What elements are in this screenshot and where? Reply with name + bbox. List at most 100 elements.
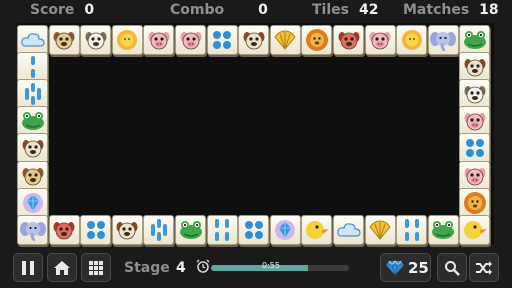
tile-top-2[interactable] bbox=[80, 25, 112, 55]
tiles-value: 42 bbox=[358, 2, 379, 18]
duck-icon bbox=[304, 218, 330, 242]
tile-left-0[interactable] bbox=[17, 52, 48, 83]
hint-button[interactable] bbox=[437, 253, 467, 282]
tile-bottom-12[interactable] bbox=[396, 214, 428, 245]
tiles-label: Tiles bbox=[312, 2, 349, 18]
tile-right-1[interactable] bbox=[459, 79, 491, 110]
dog-white-icon bbox=[463, 83, 487, 105]
elephant-icon bbox=[430, 29, 457, 51]
tile-top-12[interactable] bbox=[396, 25, 428, 55]
home-button[interactable] bbox=[47, 253, 77, 282]
diamond-icon bbox=[386, 260, 404, 276]
dots-4-blue-icon bbox=[85, 219, 107, 241]
dog-brown-icon bbox=[21, 137, 45, 159]
tile-top-8[interactable] bbox=[269, 25, 301, 55]
tile-bottom-14[interactable] bbox=[459, 214, 491, 245]
tile-left-5[interactable] bbox=[17, 187, 48, 218]
shuffle-button[interactable] bbox=[469, 253, 499, 282]
tile-right-3[interactable] bbox=[459, 133, 491, 164]
dots-4-blue-icon bbox=[211, 29, 233, 51]
dog-tan-icon bbox=[21, 165, 45, 187]
tiles-stat: Tiles 42 bbox=[312, 2, 378, 18]
tile-left-2[interactable] bbox=[17, 106, 48, 137]
sun-icon bbox=[115, 28, 139, 52]
pig-icon bbox=[147, 29, 171, 51]
bars-4-icon bbox=[212, 218, 232, 242]
tile-top-3[interactable] bbox=[111, 25, 143, 55]
elephant-icon bbox=[19, 219, 46, 241]
combo-value: 0 bbox=[258, 2, 268, 18]
dots-4-blue-icon bbox=[464, 137, 486, 159]
tile-top-6[interactable] bbox=[206, 25, 238, 55]
gems-count: 25 bbox=[408, 259, 429, 277]
tile-left-3[interactable] bbox=[17, 133, 48, 164]
timer-bar bbox=[211, 265, 349, 271]
combo-label: Combo bbox=[170, 2, 225, 18]
pig-icon bbox=[179, 29, 203, 51]
stage-label: Stage bbox=[124, 260, 170, 276]
dog-brown-icon bbox=[115, 219, 139, 241]
lion-icon bbox=[305, 28, 329, 52]
blue-gem-icon bbox=[274, 219, 296, 241]
frog-icon bbox=[430, 219, 456, 241]
tile-right-5[interactable] bbox=[459, 187, 491, 218]
menu-button[interactable] bbox=[81, 253, 111, 282]
dog-brown-icon bbox=[463, 56, 487, 78]
stage-value: 4 bbox=[176, 260, 186, 276]
tile-bottom-9[interactable] bbox=[301, 214, 333, 245]
tile-top-4[interactable] bbox=[143, 25, 175, 55]
tile-top-10[interactable] bbox=[333, 25, 364, 55]
tile-top-9[interactable] bbox=[301, 25, 333, 55]
bars-2-icon bbox=[26, 55, 40, 79]
frog-icon bbox=[178, 219, 204, 241]
lion-icon bbox=[463, 191, 487, 215]
gems-button[interactable]: 25 bbox=[380, 253, 431, 282]
stats-bar: Score 0 Combo 0 Tiles 42 Matches 18 bbox=[0, 0, 512, 22]
tile-right-0[interactable] bbox=[459, 52, 491, 83]
alarm-clock-icon bbox=[196, 259, 210, 273]
tile-bottom-1[interactable] bbox=[48, 214, 80, 245]
bars-3-icon bbox=[23, 82, 43, 106]
tile-right-2[interactable] bbox=[459, 106, 491, 137]
tile-bottom-6[interactable] bbox=[206, 214, 238, 245]
matches-label: Matches bbox=[403, 2, 470, 18]
score-value: 0 bbox=[84, 2, 95, 18]
tile-bottom-5[interactable] bbox=[175, 214, 206, 245]
tile-top-5[interactable] bbox=[175, 25, 206, 55]
tile-left-4[interactable] bbox=[17, 160, 48, 191]
tile-bottom-7[interactable] bbox=[238, 214, 270, 245]
dog-red-icon bbox=[52, 219, 76, 241]
tile-bottom-0[interactable] bbox=[17, 214, 48, 245]
shuffle-icon bbox=[476, 260, 492, 275]
tile-bottom-13[interactable] bbox=[427, 214, 459, 245]
pause-button[interactable] bbox=[13, 253, 43, 282]
duck-icon bbox=[462, 218, 488, 242]
timer-text: 0:55 bbox=[262, 261, 280, 270]
tile-top-14[interactable] bbox=[459, 25, 491, 55]
score-label: Score bbox=[30, 2, 75, 18]
cloud-icon bbox=[20, 31, 45, 49]
tile-bottom-11[interactable] bbox=[364, 214, 396, 245]
bars-4-icon bbox=[402, 218, 422, 242]
tile-top-13[interactable] bbox=[427, 25, 459, 55]
tile-bottom-10[interactable] bbox=[333, 214, 364, 245]
tile-top-0[interactable] bbox=[17, 25, 48, 55]
dog-white-icon bbox=[84, 29, 108, 51]
frog-icon bbox=[462, 29, 488, 51]
tile-top-1[interactable] bbox=[48, 25, 80, 55]
tile-bottom-3[interactable] bbox=[111, 214, 143, 245]
dog-brown-icon bbox=[242, 29, 266, 51]
bottom-bar: Stage 4 0:55 25 bbox=[0, 250, 512, 288]
tile-left-1[interactable] bbox=[17, 79, 48, 110]
tile-bottom-2[interactable] bbox=[80, 214, 112, 245]
tile-bottom-4[interactable] bbox=[143, 214, 175, 245]
tile-top-7[interactable] bbox=[238, 25, 270, 55]
tile-top-11[interactable] bbox=[364, 25, 396, 55]
tile-bottom-8[interactable] bbox=[269, 214, 301, 245]
tile-right-4[interactable] bbox=[459, 160, 491, 191]
dog-red-icon bbox=[337, 29, 361, 51]
dots-4-blue-icon bbox=[243, 219, 265, 241]
combo-stat: Combo 0 bbox=[170, 2, 268, 18]
magnifier-icon bbox=[445, 260, 460, 276]
game-board bbox=[18, 23, 494, 245]
